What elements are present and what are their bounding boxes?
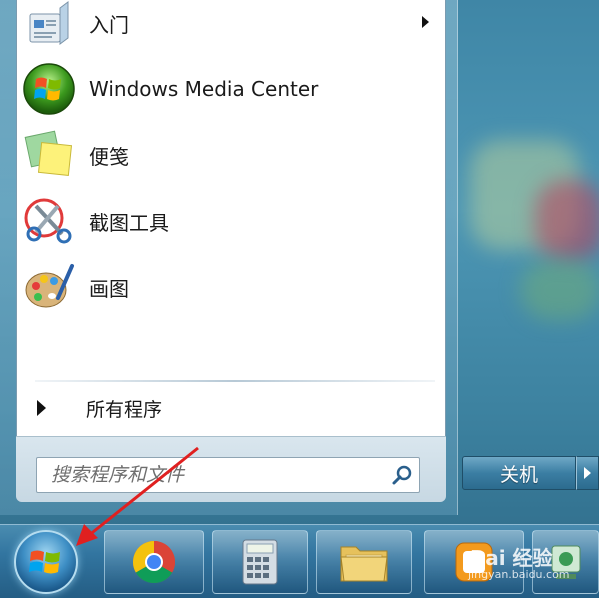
expand-arrow-icon [37, 400, 46, 416]
menu-item-windows-media-center[interactable]: Windows Media Center [21, 58, 441, 120]
taskbar-file-explorer[interactable] [316, 530, 412, 594]
menu-item-paint[interactable]: 画图 [21, 256, 441, 318]
desktop-background-blur [520, 260, 599, 320]
menu-item-getting-started[interactable]: 入门 [21, 0, 441, 54]
snipping-tool-icon [21, 193, 77, 249]
baidu-watermark: Bai 经验 [470, 546, 553, 570]
search-icon[interactable] [385, 458, 419, 492]
windows-start-orb-icon [29, 550, 60, 574]
menu-separator [35, 380, 435, 382]
chevron-right-icon [584, 467, 591, 479]
menu-item-label: Windows Media Center [89, 77, 319, 101]
windows-media-center-icon [21, 61, 77, 117]
paint-icon [21, 259, 77, 315]
desktop-background-blur [535, 180, 599, 260]
baidu-watermark-url: jingyan.baidu.com [468, 568, 570, 581]
all-programs-button[interactable]: 所有程序 [31, 390, 437, 426]
file-explorer-icon [340, 546, 388, 582]
menu-item-label: 截图工具 [89, 210, 169, 235]
menu-item-label: 便笺 [89, 144, 129, 169]
shutdown-options-button[interactable] [576, 456, 599, 490]
annotation-arrow-icon [76, 446, 199, 546]
menu-item-sticky-notes[interactable]: 便笺 [21, 124, 441, 186]
all-programs-label: 所有程序 [86, 398, 163, 421]
calculator-icon [242, 539, 278, 585]
menu-item-label: 画图 [89, 276, 129, 301]
getting-started-icon [21, 0, 77, 51]
taskbar-calculator[interactable] [212, 530, 308, 594]
submenu-arrow-icon [422, 16, 429, 28]
shutdown-button[interactable]: 关机 [462, 456, 576, 490]
menu-item-label: 入门 [89, 12, 129, 37]
sticky-notes-icon [21, 127, 77, 183]
start-menu-programs-panel: 入门 Windows Media Center 便笺 截图工具 画图 所有程序 [16, 0, 446, 502]
menu-item-snipping-tool[interactable]: 截图工具 [21, 190, 441, 252]
